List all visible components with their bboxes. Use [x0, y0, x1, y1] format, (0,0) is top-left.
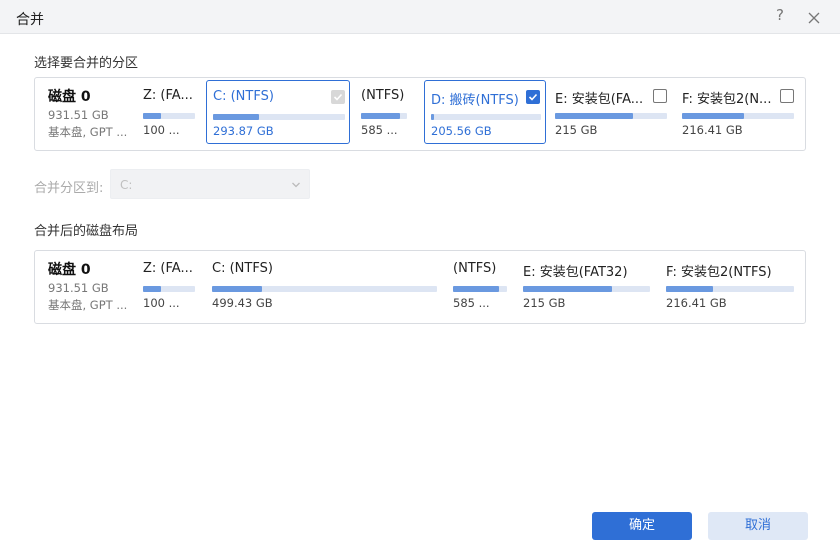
partition-label: (NTFS) [453, 261, 497, 276]
partition-e[interactable]: E: 安装包(FA... 215 GB [549, 80, 673, 144]
usage-fill [212, 286, 262, 292]
checkbox-f[interactable] [780, 89, 794, 103]
result-partition-c: C: (NTFS) 499.43 GB [206, 253, 442, 317]
disk-info: 磁盘 0 931.51 GB 基本盘, GPT ... [48, 259, 127, 313]
help-icon[interactable]: ? [770, 6, 790, 28]
checkbox-c [331, 90, 345, 104]
usage-bar [523, 286, 650, 292]
usage-bar [453, 286, 507, 292]
close-icon[interactable] [804, 8, 824, 28]
partition-label: Z: (FA... [143, 261, 193, 276]
ok-button[interactable]: 确定 [592, 512, 692, 540]
usage-fill [682, 113, 744, 119]
partition-size: 215 GB [555, 123, 598, 137]
disk-size: 931.51 GB [48, 108, 109, 122]
usage-fill [523, 286, 612, 292]
partition-size: 100 ... [143, 296, 180, 310]
partition-label: E: 安装包(FAT32) [523, 265, 628, 280]
disk-name: 磁盘 0 [48, 89, 91, 105]
result-partition-f: F: 安装包2(NTFS) 216.41 GB [660, 253, 804, 317]
disk-info: 磁盘 0 931.51 GB 基本盘, GPT ... [48, 86, 127, 140]
partition-d[interactable]: D: 搬砖(NTFS) 205.56 GB [424, 80, 546, 144]
select-section-label: 选择要合并的分区 [34, 56, 139, 71]
partition-size: 216.41 GB [666, 296, 727, 310]
usage-fill [555, 113, 634, 119]
usage-bar [212, 286, 437, 292]
title-bar: 合并 ? [0, 0, 840, 34]
partition-label: F: 安装包2(N... [682, 92, 772, 107]
partition-label: F: 安装包2(NTFS) [666, 265, 772, 280]
usage-fill [143, 286, 162, 292]
checkbox-e[interactable] [653, 89, 667, 103]
disk-name: 磁盘 0 [48, 262, 91, 278]
usage-fill [453, 286, 499, 292]
usage-fill [213, 114, 260, 120]
usage-bar [666, 286, 794, 292]
partition-label: D: 搬砖(NTFS) [431, 93, 519, 108]
usage-bar [143, 113, 195, 119]
partition-ntfs[interactable]: (NTFS) 585 ... [355, 80, 419, 144]
partition-size: 205.56 GB [431, 124, 492, 138]
result-partition-z: Z: (FA... 100 ... [137, 253, 201, 317]
partition-size: 499.43 GB [212, 296, 273, 310]
cancel-button[interactable]: 取消 [708, 512, 808, 540]
partition-label: C: (NTFS) [213, 89, 274, 104]
partition-label: Z: (FA... [143, 88, 193, 103]
result-section-label: 合并后的磁盘布局 [34, 224, 139, 239]
usage-fill [143, 113, 162, 119]
usage-bar [431, 114, 541, 120]
partition-size: 585 ... [361, 123, 398, 137]
usage-bar [361, 113, 407, 119]
partition-size: 100 ... [143, 123, 180, 137]
disk-type: 基本盘, GPT ... [48, 298, 128, 312]
chevron-down-icon [292, 182, 300, 188]
usage-fill [666, 286, 714, 292]
usage-bar [143, 286, 195, 292]
merge-target-select: C: [110, 169, 310, 199]
usage-bar [682, 113, 794, 119]
merge-to-label: 合并分区到: [34, 181, 104, 196]
merge-target-value: C: [120, 178, 133, 192]
partition-c[interactable]: C: (NTFS) 293.87 GB [206, 80, 350, 144]
result-partition-ntfs: (NTFS) 585 ... [447, 253, 513, 317]
partition-label: (NTFS) [361, 88, 405, 103]
partition-size: 585 ... [453, 296, 490, 310]
result-partition-e: E: 安装包(FAT32) 215 GB [517, 253, 657, 317]
disk-type: 基本盘, GPT ... [48, 125, 128, 139]
result-disk-map: 磁盘 0 931.51 GB 基本盘, GPT ... Z: (FA... 10… [34, 250, 806, 324]
disk-size: 931.51 GB [48, 281, 109, 295]
checkmark-icon [333, 93, 343, 101]
partition-z[interactable]: Z: (FA... 100 ... [137, 80, 201, 144]
usage-fill [361, 113, 401, 119]
checkmark-icon [528, 93, 538, 101]
partition-label: E: 安装包(FA... [555, 92, 644, 107]
usage-bar [555, 113, 667, 119]
partition-size: 215 GB [523, 296, 566, 310]
usage-fill [431, 114, 435, 120]
partition-size: 216.41 GB [682, 123, 743, 137]
usage-bar [213, 114, 345, 120]
partition-f[interactable]: F: 安装包2(N... 216.41 GB [676, 80, 804, 144]
checkbox-d[interactable] [526, 90, 540, 104]
window-title: 合并 [16, 12, 44, 28]
partition-label: C: (NTFS) [212, 261, 273, 276]
source-disk-map: 磁盘 0 931.51 GB 基本盘, GPT ... Z: (FA... 10… [34, 77, 806, 151]
partition-size: 293.87 GB [213, 124, 274, 138]
